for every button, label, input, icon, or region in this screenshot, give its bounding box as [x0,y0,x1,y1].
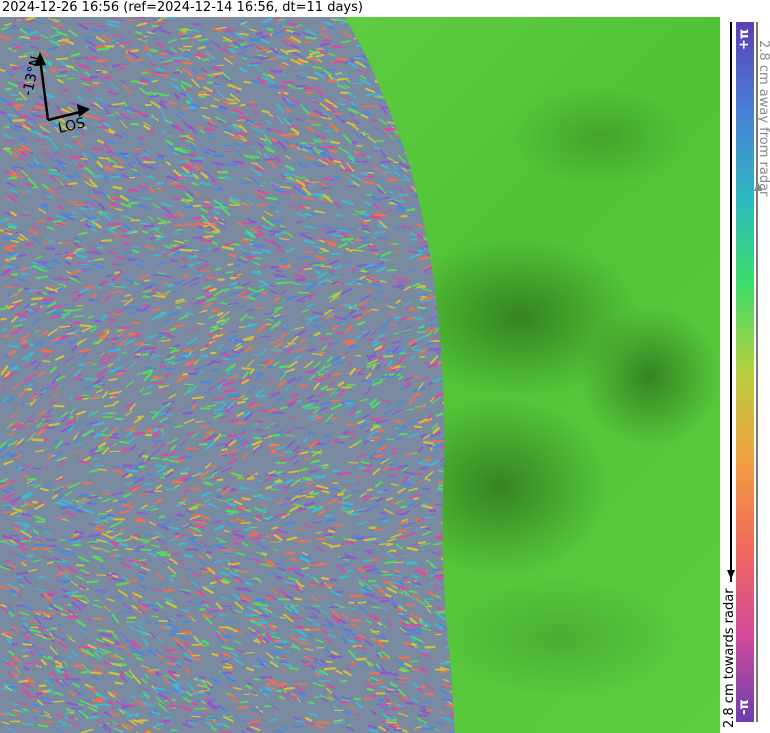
colorbar-bottom-label: -π [737,699,752,715]
colorbar-top-label: +π [737,28,752,50]
away-from-radar-label: 2.8 cm away from radar [756,40,770,197]
towards-radar-label: 2.8 cm towards radar [722,588,737,728]
towards-arrow-icon [727,570,735,579]
map-title: 2024-12-26 16:56 (ref=2024-12-14 16:56, … [2,0,363,15]
phase-colorbar [736,22,754,722]
away-arrow-icon [754,182,762,191]
towards-axis-line [730,22,732,582]
interferogram-map[interactable] [0,17,720,733]
